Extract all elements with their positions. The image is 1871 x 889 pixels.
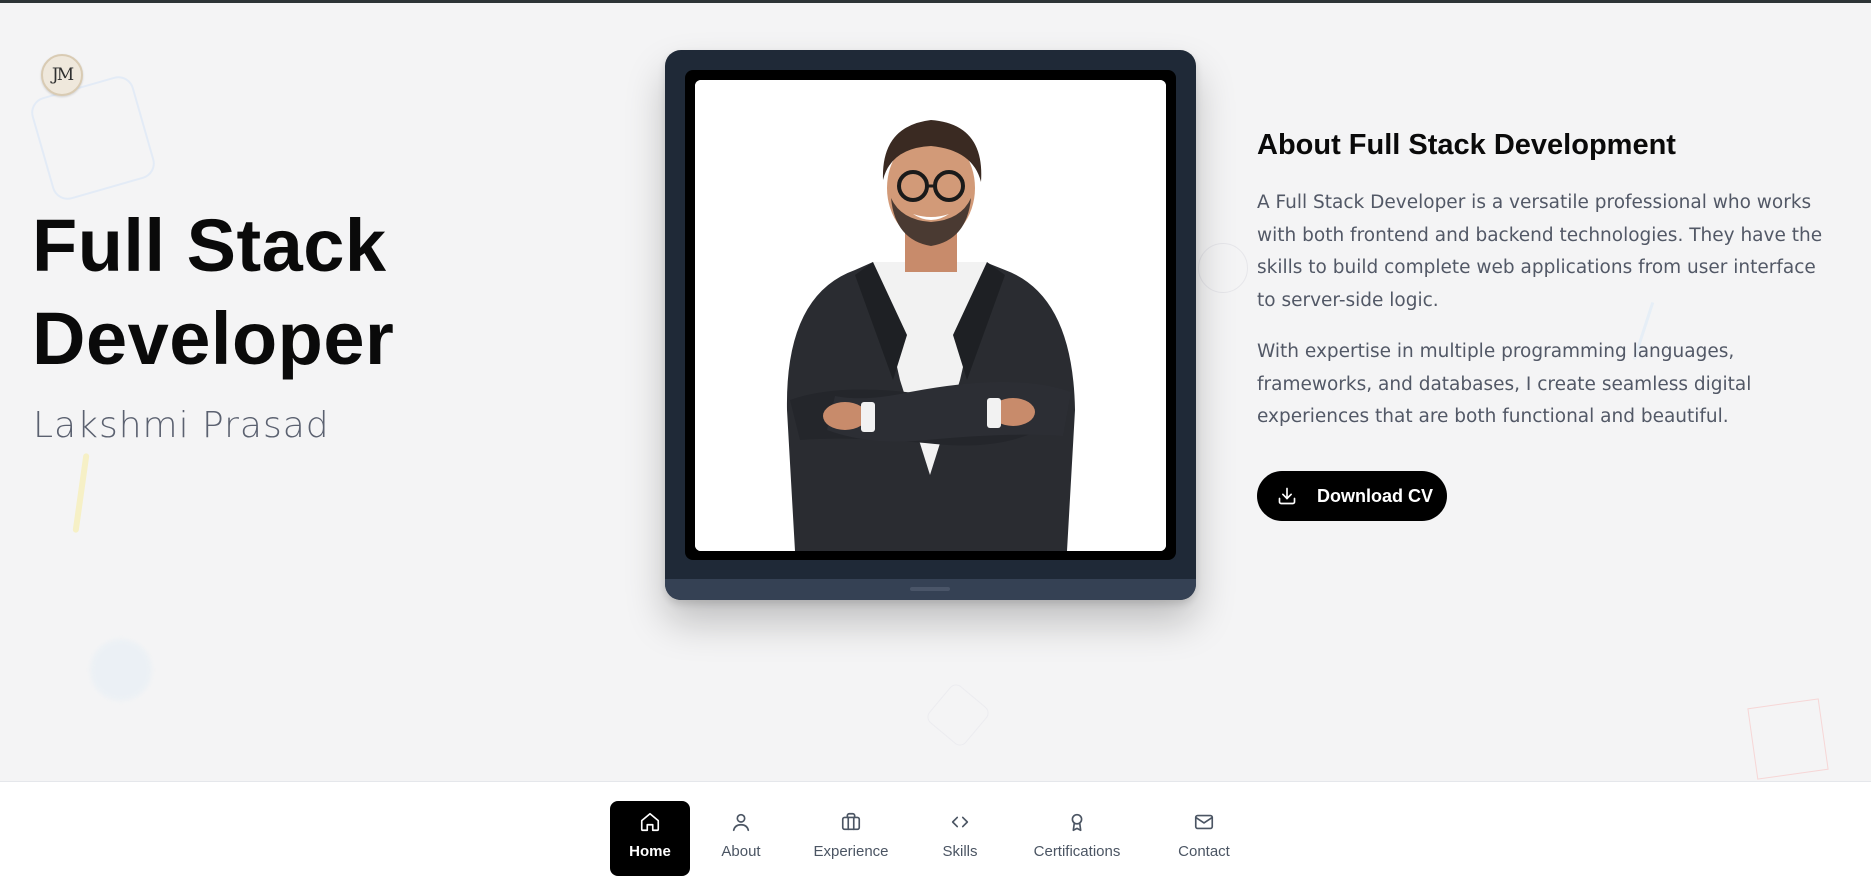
nav-item-home[interactable]: Home bbox=[610, 801, 690, 876]
nav-item-contact[interactable]: Contact bbox=[1168, 801, 1240, 876]
bottom-navigation: Home About Experience Skills Certificati… bbox=[0, 781, 1871, 889]
nav-item-experience[interactable]: Experience bbox=[802, 801, 900, 876]
decorative-circle bbox=[90, 639, 152, 701]
nav-item-label: Certifications bbox=[1033, 843, 1121, 860]
download-cv-button[interactable]: Download CV bbox=[1257, 471, 1447, 521]
briefcase-icon bbox=[840, 811, 862, 833]
nav-item-label: Skills bbox=[942, 843, 978, 860]
about-paragraph-1: A Full Stack Developer is a versatile pr… bbox=[1257, 192, 1823, 311]
nav-item-skills[interactable]: Skills bbox=[930, 801, 990, 876]
nav-item-certifications[interactable]: Certifications bbox=[1022, 801, 1132, 876]
tablet-frame bbox=[665, 50, 1196, 600]
mail-icon bbox=[1193, 811, 1215, 833]
about-heading: About Full Stack Development bbox=[1257, 129, 1676, 161]
decorative-diamond bbox=[924, 681, 992, 749]
tablet-home-indicator bbox=[910, 587, 950, 591]
hero-subtitle: Lakshmi Prasad bbox=[33, 405, 330, 446]
nav-item-label: Home bbox=[629, 843, 671, 860]
profile-photo bbox=[695, 80, 1166, 551]
nav-item-about[interactable]: About bbox=[706, 801, 776, 876]
award-icon bbox=[1066, 811, 1088, 833]
nav-item-label: Contact bbox=[1178, 843, 1230, 860]
tablet-bezel bbox=[685, 70, 1176, 560]
decorative-square bbox=[27, 72, 159, 204]
decorative-line bbox=[72, 452, 90, 534]
code-icon bbox=[949, 811, 971, 833]
portrait-illustration bbox=[695, 80, 1166, 551]
hero-section: JM Full Stack Developer Lakshmi Prasad A… bbox=[0, 3, 1871, 781]
user-icon bbox=[730, 811, 752, 833]
download-icon bbox=[1277, 486, 1297, 506]
hero-title: Full Stack Developer bbox=[32, 204, 395, 380]
nav-item-label: Experience bbox=[813, 843, 889, 860]
decorative-circle bbox=[1198, 243, 1248, 293]
home-icon bbox=[639, 811, 661, 833]
about-paragraph-2: With expertise in multiple programming l… bbox=[1257, 341, 1752, 427]
nav-item-label: About bbox=[721, 843, 761, 860]
site-logo[interactable]: JM bbox=[41, 54, 83, 96]
download-cv-label: Download CV bbox=[1317, 485, 1433, 506]
decorative-square bbox=[1747, 698, 1829, 780]
